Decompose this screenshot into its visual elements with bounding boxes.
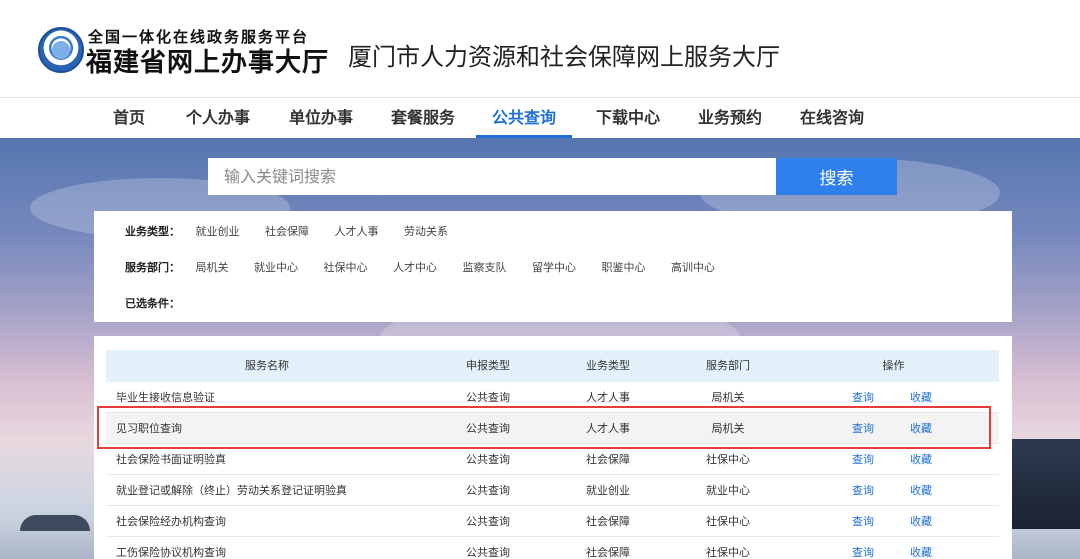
- service-name[interactable]: 社会保险书面证明验真: [116, 444, 226, 475]
- department: 社保中心: [706, 546, 750, 559]
- filter-label: 业务类型：: [125, 225, 180, 238]
- nav-public-query[interactable]: 公共查询: [476, 98, 572, 138]
- filter-option[interactable]: 就业创业: [196, 225, 240, 238]
- filter-option[interactable]: 留学中心: [532, 261, 576, 274]
- filter-option[interactable]: 就业中心: [254, 261, 298, 274]
- table-row[interactable]: 社会保险经办机构查询 公共查询 社会保障 社保中心 查询 收藏: [106, 506, 999, 537]
- department: 社保中心: [706, 453, 750, 466]
- declare-type: 公共查询: [466, 484, 510, 497]
- favorite-link[interactable]: 收藏: [910, 506, 932, 537]
- island-silhouette: [20, 515, 90, 531]
- declare-type: 公共查询: [466, 422, 510, 435]
- business-type: 人才人事: [586, 422, 630, 435]
- declare-type: 公共查询: [466, 453, 510, 466]
- business-type: 社会保障: [586, 453, 630, 466]
- nav-download[interactable]: 下载中心: [596, 98, 660, 138]
- service-name[interactable]: 就业登记或解除（终止）劳动关系登记证明验真: [116, 475, 347, 506]
- filter-label: 服务部门：: [125, 261, 180, 274]
- favorite-link[interactable]: 收藏: [910, 413, 932, 444]
- nav-organization[interactable]: 单位办事: [289, 98, 353, 138]
- nav-consult[interactable]: 在线咨询: [800, 98, 864, 138]
- filter-option[interactable]: 职鉴中心: [602, 261, 646, 274]
- business-type: 就业创业: [586, 484, 630, 497]
- table-row[interactable]: 见习职位查询 公共查询 人才人事 局机关 查询 收藏: [106, 413, 999, 444]
- site-title: 厦门市人力资源和社会保障网上服务大厅: [348, 43, 780, 71]
- nav-appointment[interactable]: 业务预约: [698, 98, 762, 138]
- query-link[interactable]: 查询: [852, 444, 874, 475]
- business-type: 社会保障: [586, 546, 630, 559]
- column-header: 申报类型: [466, 359, 510, 372]
- favorite-link[interactable]: 收藏: [910, 537, 932, 559]
- declare-type: 公共查询: [466, 546, 510, 559]
- query-link[interactable]: 查询: [852, 506, 874, 537]
- nav-package[interactable]: 套餐服务: [391, 98, 455, 138]
- city-silhouette: [1000, 439, 1080, 529]
- department: 局机关: [711, 391, 745, 404]
- nav-home[interactable]: 首页: [112, 98, 146, 138]
- business-type: 社会保障: [586, 515, 630, 528]
- table-row[interactable]: 社会保险书面证明验真 公共查询 社会保障 社保中心 查询 收藏: [106, 444, 999, 475]
- column-header: 服务部门: [706, 359, 750, 372]
- nav-personal[interactable]: 个人办事: [186, 98, 250, 138]
- filter-selected: 已选条件：: [125, 295, 192, 315]
- platform-emblem-icon[interactable]: [38, 27, 84, 73]
- column-header: 服务名称: [245, 359, 289, 372]
- declare-type: 公共查询: [466, 391, 510, 404]
- filter-panel: 业务类型： 就业创业 社会保障 人才人事 劳动关系 服务部门： 局机关 就业中心…: [94, 211, 1012, 322]
- department: 局机关: [711, 422, 745, 435]
- favorite-link[interactable]: 收藏: [910, 444, 932, 475]
- filter-option[interactable]: 监察支队: [463, 261, 507, 274]
- filter-option[interactable]: 人才人事: [335, 225, 379, 238]
- filter-option[interactable]: 高训中心: [671, 261, 715, 274]
- filter-option[interactable]: 人才中心: [393, 261, 437, 274]
- filter-option[interactable]: 社会保障: [265, 225, 309, 238]
- service-name[interactable]: 毕业生接收信息验证: [116, 382, 215, 413]
- favorite-link[interactable]: 收藏: [910, 475, 932, 506]
- query-link[interactable]: 查询: [852, 537, 874, 559]
- table-header: 服务名称 申报类型 业务类型 服务部门 操作: [106, 350, 999, 382]
- service-name[interactable]: 工伤保险协议机构查询: [116, 537, 226, 559]
- service-name[interactable]: 社会保险经办机构查询: [116, 506, 226, 537]
- filter-label: 已选条件：: [125, 297, 180, 310]
- service-table-panel: 服务名称 申报类型 业务类型 服务部门 操作 毕业生接收信息验证 公共查询 人才…: [94, 336, 1012, 559]
- filter-option[interactable]: 社保中心: [324, 261, 368, 274]
- table-row[interactable]: 工伤保险协议机构查询 公共查询 社会保障 社保中心 查询 收藏: [106, 537, 999, 559]
- filter-department: 服务部门： 局机关 就业中心 社保中心 人才中心 监察支队 留学中心 职鉴中心 …: [125, 259, 737, 279]
- service-name[interactable]: 见习职位查询: [116, 413, 182, 444]
- platform-logo-text[interactable]: 福建省网上办事大厅: [86, 42, 329, 79]
- search-button[interactable]: 搜索: [776, 158, 897, 195]
- filter-option[interactable]: 局机关: [196, 261, 229, 274]
- query-link[interactable]: 查询: [852, 475, 874, 506]
- department: 社保中心: [706, 515, 750, 528]
- filter-business-type: 业务类型： 就业创业 社会保障 人才人事 劳动关系: [125, 223, 470, 243]
- department: 就业中心: [706, 484, 750, 497]
- favorite-link[interactable]: 收藏: [910, 382, 932, 413]
- table-row[interactable]: 就业登记或解除（终止）劳动关系登记证明验真 公共查询 就业创业 就业中心 查询 …: [106, 475, 999, 506]
- main-nav: 首页 个人办事 单位办事 套餐服务 公共查询 下载中心 业务预约 在线咨询: [0, 98, 1080, 138]
- declare-type: 公共查询: [466, 515, 510, 528]
- table-row[interactable]: 毕业生接收信息验证 公共查询 人才人事 局机关 查询 收藏: [106, 382, 999, 413]
- column-header: 操作: [882, 359, 905, 372]
- site-header: 全国一体化在线政务服务平台 福建省网上办事大厅 厦门市人力资源和社会保障网上服务…: [0, 0, 1080, 98]
- filter-option[interactable]: 劳动关系: [404, 225, 448, 238]
- business-type: 人才人事: [586, 391, 630, 404]
- query-link[interactable]: 查询: [852, 382, 874, 413]
- search-input[interactable]: [208, 158, 776, 195]
- column-header: 业务类型: [586, 359, 630, 372]
- query-link[interactable]: 查询: [852, 413, 874, 444]
